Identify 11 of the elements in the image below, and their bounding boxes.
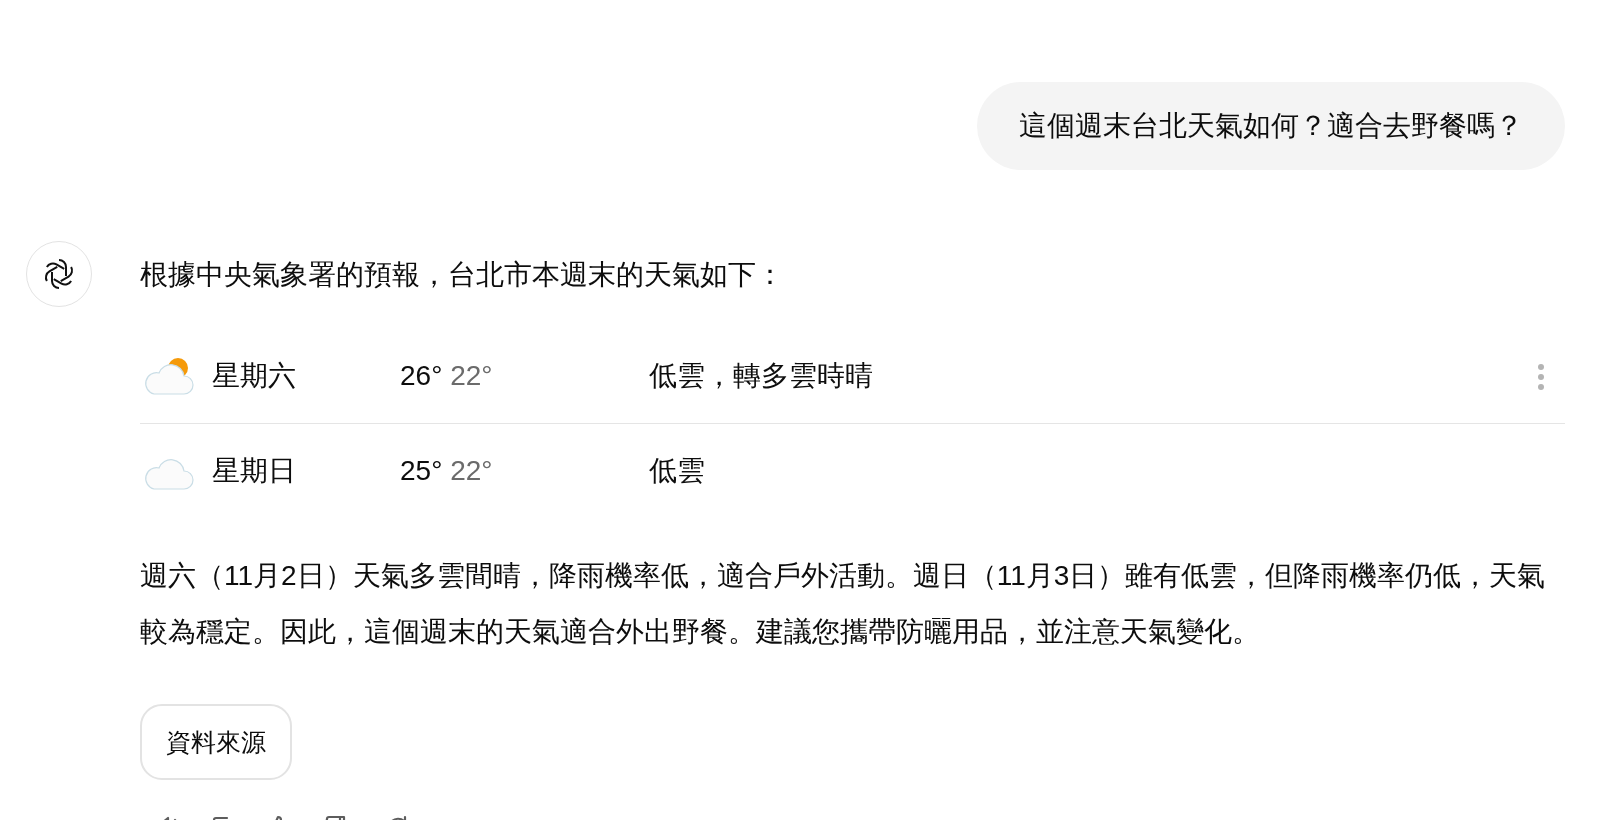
condition-text: 低雲，轉多雲時晴 [649, 359, 873, 393]
temperature-text: 26° 22° [400, 360, 494, 392]
user-message: 這個週末台北天氣如何？適合去野餐嗎？ [977, 82, 1565, 170]
day-label: 星期六 [212, 359, 297, 393]
more-options-icon[interactable] [1537, 364, 1545, 390]
sources-button[interactable]: 資料來源 [140, 704, 292, 780]
intro-text: 根據中央氣象署的預報，台北市本週末的天氣如下： [140, 258, 785, 292]
condition-text: 低雲 [649, 454, 705, 488]
answer-paragraph: 週六（11月2日）天氣多雲間晴，降雨機率低，適合戶外活動。週日（11月3日）雖有低雲，但降雨機率仍低，天氣較為穩定。因此，這個週末的天氣適合外出野餐。建議您攜帶防曬用品，並注意天氣變化。 [140, 559, 1547, 649]
day-label: 星期日 [212, 454, 297, 488]
temperature-text: 25° 22° [400, 455, 494, 487]
